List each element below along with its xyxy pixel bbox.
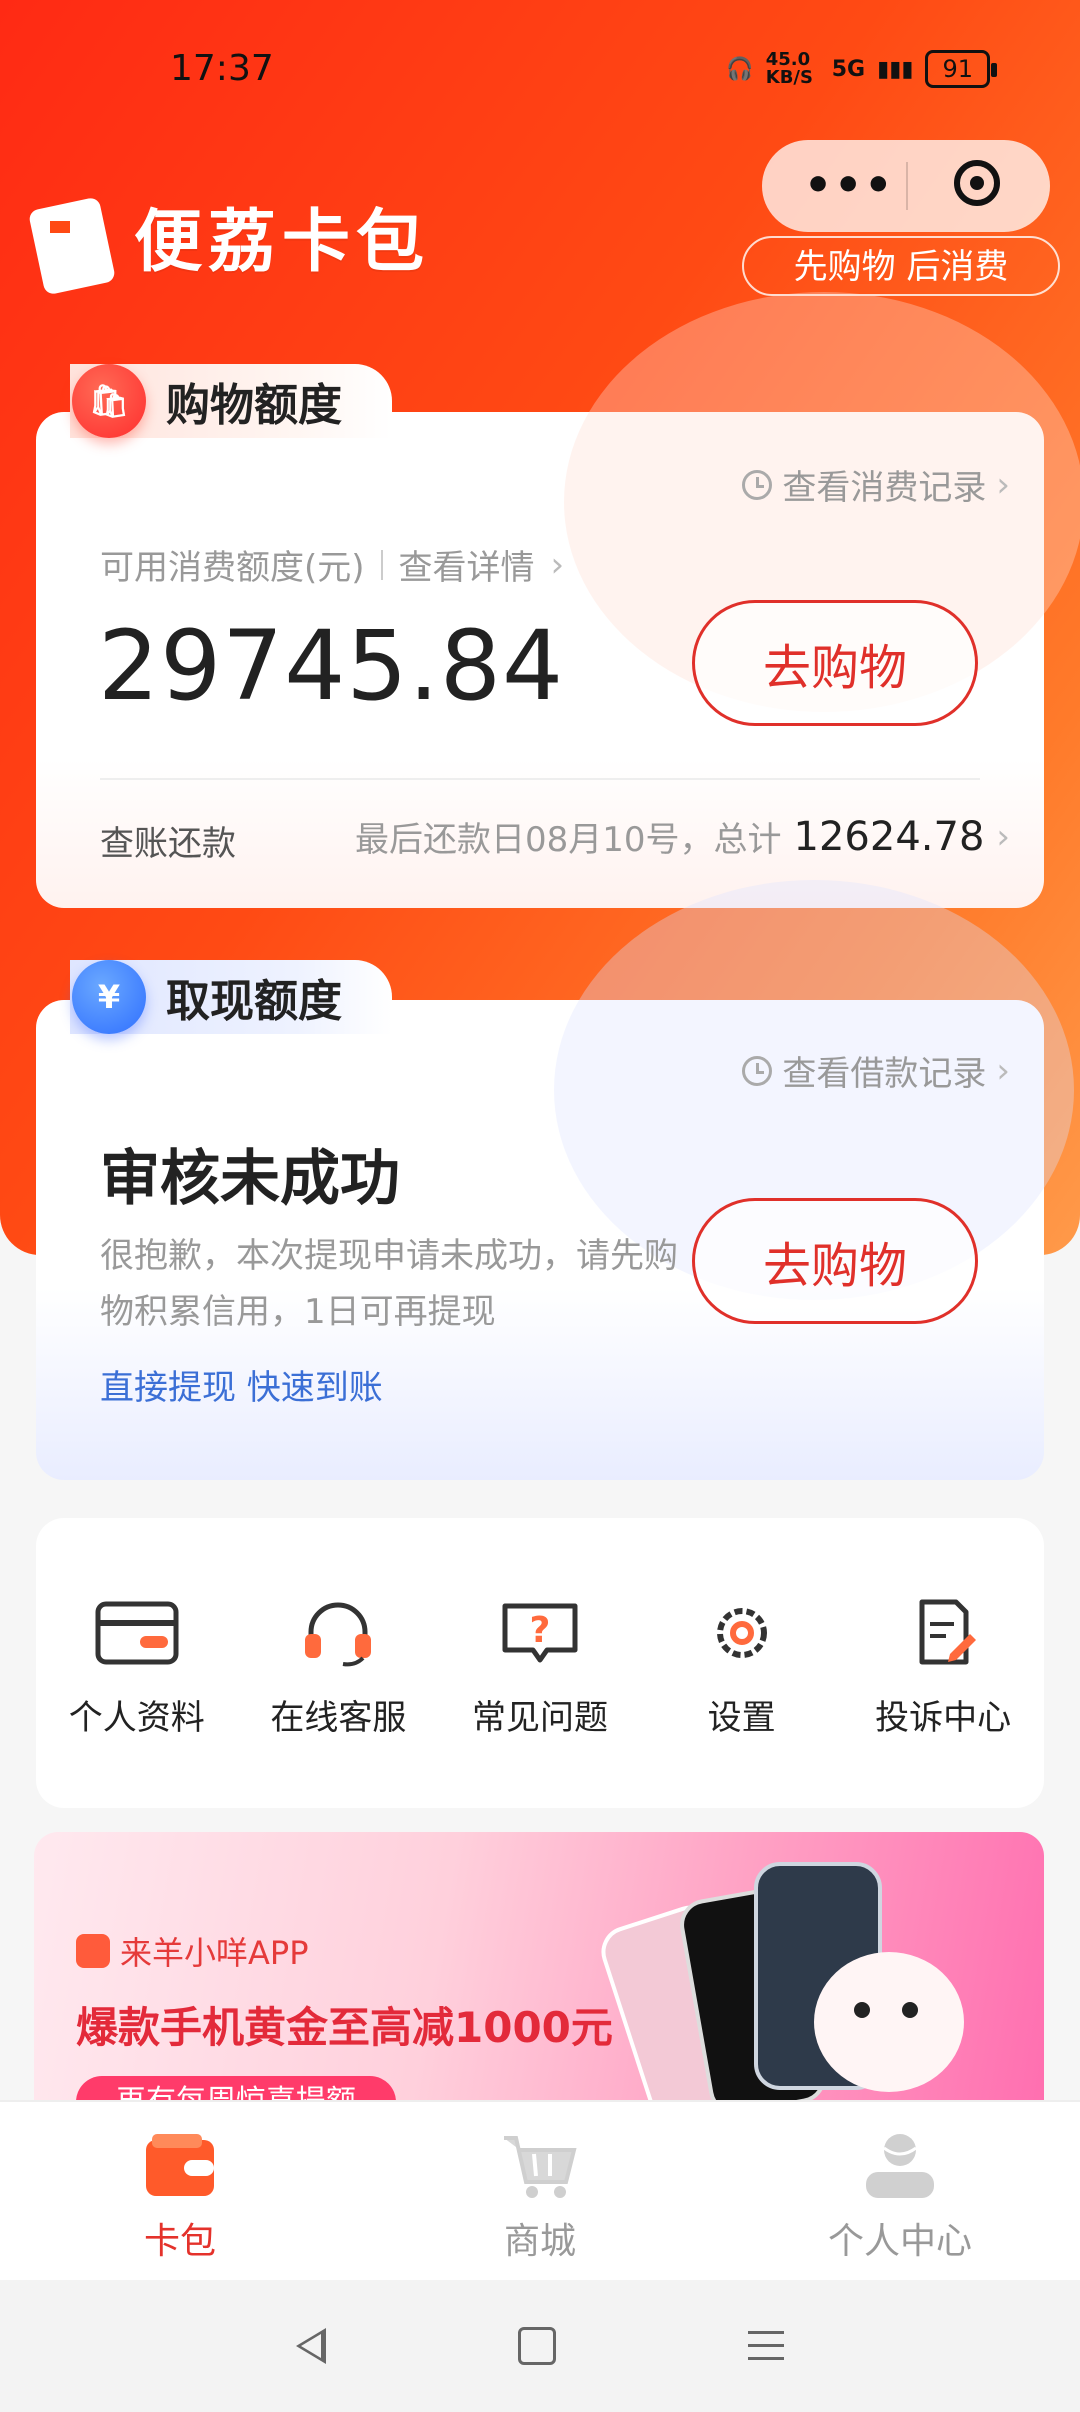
chevron-right-icon: ›	[996, 464, 1010, 505]
tab-profile[interactable]: 个人中心	[720, 2102, 1080, 2282]
tab-wallet[interactable]: 卡包	[0, 2102, 360, 2282]
yuan-card-icon: ¥	[72, 960, 146, 1034]
service-menu: 个人资料 在线客服 ? 常见问题 设置 投诉中心	[36, 1518, 1044, 1808]
menu-item-complaint[interactable]: 投诉中心	[853, 1598, 1033, 1739]
available-quota-label: 可用消费额度(元)	[100, 548, 365, 588]
menu-label-support: 在线客服	[270, 1698, 407, 1738]
sheep-mascot	[814, 1952, 964, 2092]
more-icon[interactable]: •••	[804, 160, 894, 211]
menu-item-support[interactable]: 在线客服	[248, 1598, 428, 1739]
gear-icon	[699, 1598, 785, 1668]
tab-wallet-label: 卡包	[143, 2221, 216, 2262]
status-icons: 🎧 45.0 KB/S 5G ▮▮▮ 91	[726, 49, 997, 88]
view-details-link[interactable]: 查看详情	[399, 540, 535, 589]
status-bar: 17:37 🎧 45.0 KB/S 5G ▮▮▮ 91	[0, 0, 1080, 140]
user-icon	[860, 2130, 940, 2200]
loan-record-label: 查看借款记录	[782, 1054, 987, 1094]
promo-banner[interactable]: 来羊小咩APP 爆款手机黄金至高减1000元 再有每周惊喜提额	[34, 1832, 1044, 2100]
id-card-icon	[94, 1598, 180, 1668]
banner-brand-label: 来羊小咩APP	[120, 1934, 309, 1972]
home-icon[interactable]	[518, 2327, 556, 2365]
loan-record-link[interactable]: 查看借款记录 ›	[742, 1046, 1010, 1095]
menu-label-profile: 个人资料	[68, 1698, 205, 1738]
question-icon: ?	[497, 1598, 583, 1668]
separator	[380, 549, 383, 580]
banner-brand: 来羊小咩APP	[76, 1928, 309, 1974]
back-icon[interactable]	[296, 2328, 326, 2364]
chevron-right-icon: ›	[996, 816, 1010, 857]
repay-summary[interactable]: 最后还款日08月10号，总计 12624.78 ›	[355, 812, 1010, 861]
review-status-title: 审核未成功	[100, 1144, 400, 1214]
headset-icon	[295, 1598, 381, 1668]
consumption-record-label: 查看消费记录	[782, 468, 987, 508]
menu-item-profile[interactable]: 个人资料	[47, 1598, 227, 1739]
recents-icon[interactable]	[748, 2331, 784, 2361]
card-divider	[100, 778, 980, 780]
repay-info: 最后还款日08月10号，总计	[355, 820, 782, 860]
menu-label-faq: 常见问题	[471, 1698, 608, 1738]
menu-label-settings: 设置	[707, 1698, 776, 1738]
network-type: 5G	[831, 56, 866, 82]
chevron-right-icon: ›	[550, 544, 565, 585]
bottom-tab-bar: 卡包 商城 个人中心	[0, 2100, 1080, 2282]
shopping-bag-icon: 🛍	[72, 364, 146, 438]
app-name: 便荔卡包	[134, 202, 431, 282]
system-nav-bar	[0, 2280, 1080, 2412]
signal-icon: ▮▮▮	[877, 56, 914, 82]
clock-icon	[742, 1055, 773, 1086]
app-logo: 便荔卡包	[27, 185, 431, 296]
network-speed: 45.0 KB/S	[765, 49, 813, 88]
battery-icon: 91	[925, 50, 997, 88]
headphone-icon: 🎧	[726, 56, 754, 82]
wallet-logo-icon	[27, 185, 117, 296]
available-quota-row: 可用消费额度(元) 查看详情 ›	[100, 540, 564, 589]
close-miniprogram-icon[interactable]	[954, 160, 1000, 206]
menu-label-complaint: 投诉中心	[875, 1698, 1012, 1738]
capsule-divider	[906, 162, 908, 210]
tab-mall-label: 商城	[503, 2221, 576, 2262]
tab-mall[interactable]: 商城	[360, 2102, 720, 2282]
banner-pill[interactable]: 再有每周惊喜提额	[76, 2076, 396, 2100]
banner-headline: 爆款手机黄金至高减1000元	[76, 2003, 613, 2052]
svg-text:?: ?	[530, 1610, 551, 1651]
slogan-badge: 先购物 后消费	[742, 236, 1060, 296]
miniprogram-capsule: •••	[762, 140, 1050, 232]
repay-label[interactable]: 查账还款	[100, 816, 236, 865]
review-status-desc: 很抱歉，本次提现申请未成功，请先购物积累信用，1日可再提现	[100, 1236, 678, 1332]
chevron-right-icon: ›	[996, 1050, 1010, 1091]
tab-profile-label: 个人中心	[827, 2221, 972, 2262]
clock-icon	[742, 469, 773, 500]
cart-icon	[500, 2130, 580, 2200]
wallet-icon	[140, 2130, 220, 2200]
menu-item-settings[interactable]: 设置	[652, 1598, 832, 1739]
brand-logo-icon	[76, 1934, 110, 1968]
complaint-doc-icon	[900, 1598, 986, 1668]
go-shopping-button[interactable]: 去购物	[692, 600, 978, 726]
direct-withdraw-link[interactable]: 直接提现 快速到账	[100, 1360, 383, 1409]
repay-total: 12624.78	[793, 813, 985, 860]
go-shopping-button-cash[interactable]: 去购物	[692, 1198, 978, 1324]
consumption-record-link[interactable]: 查看消费记录 ›	[742, 460, 1010, 509]
menu-item-faq[interactable]: ? 常见问题	[450, 1598, 630, 1739]
status-time: 17:37	[170, 48, 274, 89]
available-amount: 29745.84	[98, 610, 565, 722]
